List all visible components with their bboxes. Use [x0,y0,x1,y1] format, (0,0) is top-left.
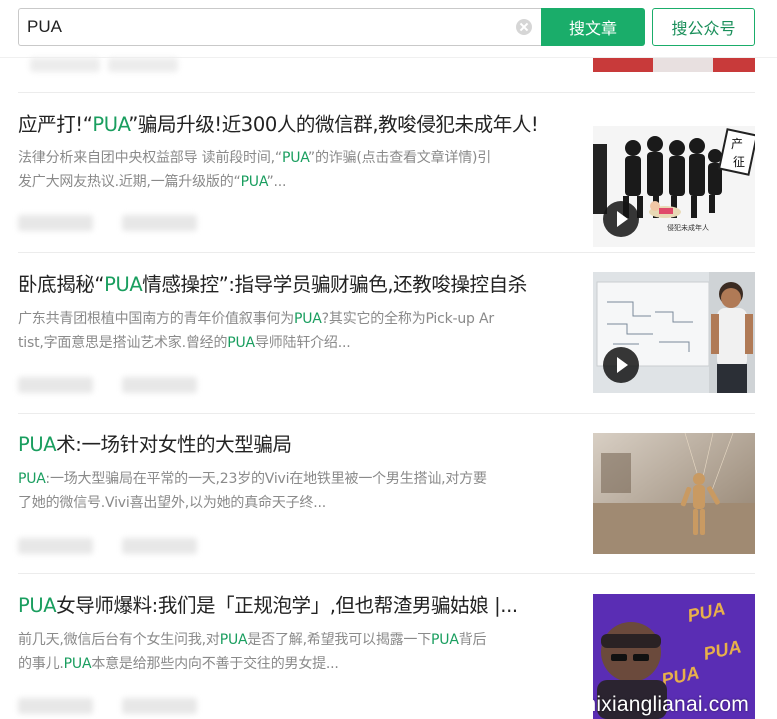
previous-result-thumbnail[interactable] [593,58,755,72]
result-date-blurred [122,377,197,393]
search-field[interactable] [18,8,542,46]
previous-result-meta [30,58,100,72]
result-thumbnail[interactable]: 产 征 侵犯未成年人 [593,126,755,247]
search-input[interactable] [19,9,509,45]
result-source-blurred [18,377,93,393]
result-title[interactable]: 卧底揭秘“PUA情感操控”:指导学员骗财骗色,还教唆操控自杀 [18,271,578,299]
result-divider [18,573,755,574]
result-summary: PUA:一场大型骗局在平常的一天,23岁的Vivi在地铁里被一个男生搭讪,对方要… [18,471,487,511]
puppet-photo [593,433,755,554]
play-icon[interactable] [603,201,639,237]
svg-text:产: 产 [731,137,743,151]
clear-icon[interactable] [516,19,532,35]
result-thumbnail[interactable] [593,433,755,554]
result-title[interactable]: PUA术:一场针对女性的大型骗局 [18,431,578,459]
search-articles-button[interactable]: 搜文章 [541,8,645,46]
result-source-blurred [18,698,93,714]
result-divider [18,92,755,93]
result-summary: 广东共青团根植中国南方的青年价值叙事何为PUA?其实它的全称为Pick-up A… [18,311,494,351]
result-divider [18,252,755,253]
result-source-blurred [18,538,93,554]
result-title[interactable]: PUA女导师爆料:我们是「正规泡学」,但也帮渣男骗姑娘 |... [18,592,578,620]
result-summary: 法律分析来自团中央权益部导 读前段时间,“PUA”的诈骗(点击查看文章详情)引 … [18,150,492,190]
result-thumbnail[interactable] [593,272,755,393]
svg-text:征: 征 [733,155,745,169]
result-thumbnail[interactable]: PUA PUA PUA www.nixianglianai.com [593,594,755,719]
watermark-text: www.nixianglianai.com [593,693,749,716]
search-bar: 搜文章 搜公众号 [0,0,777,58]
result-source-blurred [18,215,93,231]
result-date-blurred [122,215,197,231]
result-divider [18,413,755,414]
result-date-blurred [122,698,197,714]
result-title[interactable]: 应严打!“PUA”骗局升级!近300人的微信群,教唆侵犯未成年人! [18,111,578,139]
search-accounts-button[interactable]: 搜公众号 [652,8,755,46]
play-icon[interactable] [603,347,639,383]
previous-result-meta [108,58,178,72]
svg-text:侵犯未成年人: 侵犯未成年人 [667,223,709,232]
result-summary: 前几天,微信后台有个女生问我,对PUA是否了解,希望我可以揭露一下PUA背后 的… [18,632,487,672]
result-date-blurred [122,538,197,554]
